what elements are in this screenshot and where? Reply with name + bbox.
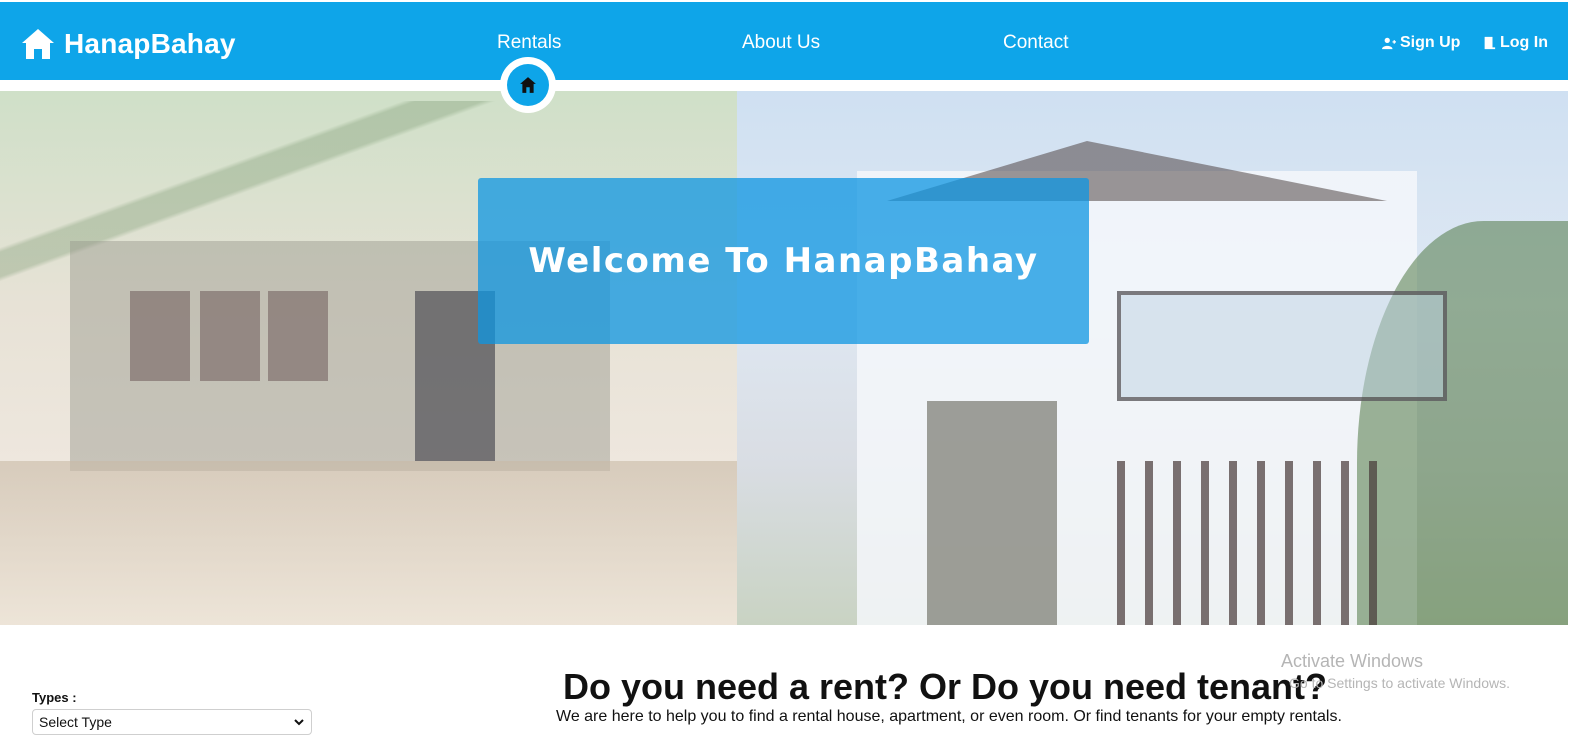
chevron-down-icon [294, 719, 304, 726]
user-add-icon [1382, 37, 1396, 50]
page-subtitle: We are here to help you to find a rental… [556, 708, 1342, 725]
log-in-label: Log In [1500, 34, 1548, 51]
hero-banner [0, 91, 1568, 625]
login-door-icon [1484, 36, 1496, 50]
windows-activation-text: Go to Settings to activate Windows. [1289, 675, 1510, 691]
active-nav-indicator [500, 57, 556, 113]
brand-logo[interactable]: HanapBahay [20, 26, 236, 62]
home-icon [520, 77, 536, 93]
windows-activation-title: Activate Windows [1281, 651, 1424, 671]
log-in-button[interactable]: Log In [1482, 34, 1548, 52]
hero-image-bungalow [0, 91, 737, 625]
welcome-heading: Welcome To HanapBahay [528, 241, 1039, 281]
nav-about-us[interactable]: About Us [742, 32, 820, 54]
nav-contact[interactable]: Contact [1003, 32, 1068, 54]
hero-image-modern-house [737, 91, 1568, 625]
type-select-value: Select Type [39, 714, 112, 730]
brand-name: HanapBahay [64, 28, 236, 59]
type-select[interactable]: Select Type [32, 709, 312, 735]
sign-up-label: Sign Up [1400, 34, 1461, 51]
home-icon [22, 29, 54, 59]
nav-rentals[interactable]: Rentals [497, 32, 561, 54]
sign-up-button[interactable]: Sign Up [1382, 34, 1460, 52]
welcome-banner: Welcome To HanapBahay [478, 178, 1089, 344]
top-navbar: HanapBahay Rentals About Us Contact Sign… [0, 2, 1568, 80]
